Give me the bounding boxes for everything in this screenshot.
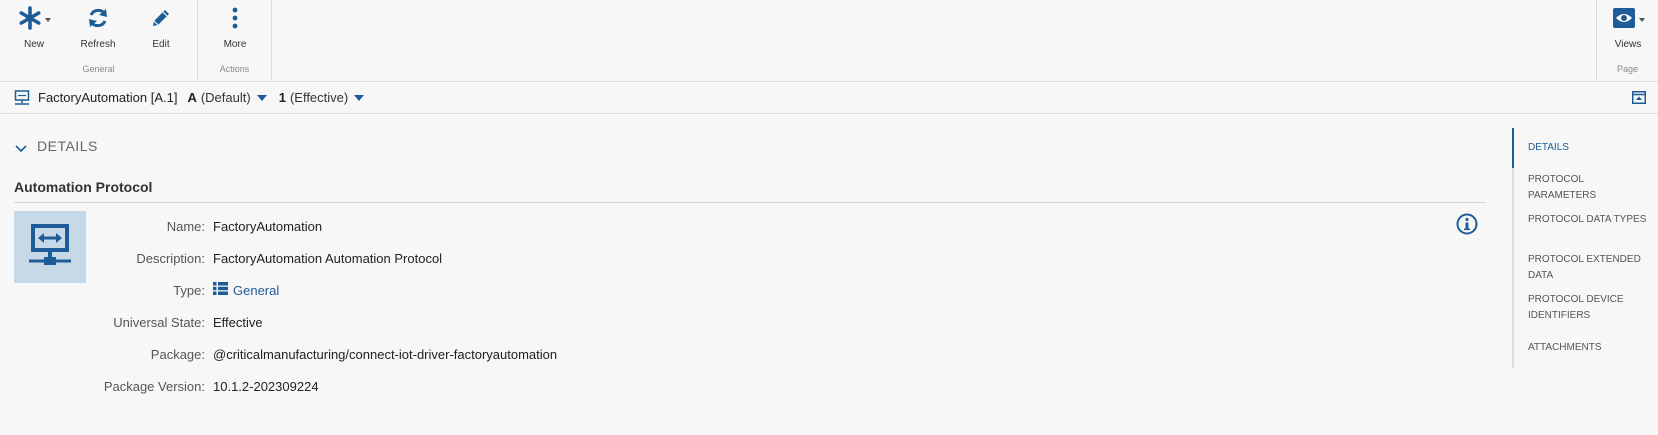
refresh-button[interactable]: Refresh [68,5,128,57]
ribbon-group-general: New Refresh Edit General [0,0,198,80]
ribbon-toolbar: New Refresh Edit General More Actions Vi… [0,0,1658,82]
type-link-text[interactable]: General [233,283,279,298]
details-section-toggle[interactable]: DETAILS [14,138,98,154]
ribbon-group-label-page: Page [1616,64,1639,74]
property-label: Package: [150,346,205,362]
version-label[interactable]: (Default) [201,90,251,105]
revision-label[interactable]: (Effective) [290,90,348,105]
nav-item-protocol-data-types[interactable]: PROTOCOL DATA TYPES [1528,212,1648,228]
property-value: @criticalmanufacturing/connect-iot-drive… [213,346,558,362]
ribbon-group-label-general: General [82,64,115,74]
refresh-icon [87,7,109,34]
property-label: Package Version: [103,378,205,394]
section-navigator: DETAILS PROTOCOL PARAMETERS PROTOCOL DAT… [1512,128,1658,368]
revision-number: 1 [278,90,286,105]
views-button-label: Views [1614,39,1642,50]
type-link[interactable]: General [213,282,279,298]
refresh-button-label: Refresh [80,39,116,50]
entity-name: FactoryAutomation [A.1] [38,90,178,105]
info-icon[interactable] [1456,213,1478,235]
section-title: DETAILS [37,138,98,154]
nav-item-attachments[interactable]: ATTACHMENTS [1528,340,1648,356]
ribbon-group-page: Views Page [1596,0,1658,80]
version-dropdown-icon[interactable] [256,94,267,101]
nav-item-details[interactable]: DETAILS [1528,140,1648,156]
property-label: Type: [173,282,205,298]
views-button[interactable]: Views [1598,5,1658,57]
property-label: Description: [136,250,205,266]
version-letter: A [187,90,197,105]
property-value: Effective [213,314,263,330]
revision-dropdown-icon[interactable] [354,94,365,101]
ribbon-group-actions: More Actions [198,0,272,80]
property-value: FactoryAutomation Automation Protocol [213,250,443,266]
more-button[interactable]: More [205,5,265,57]
property-label: Name: [166,218,205,234]
nav-item-protocol-parameters[interactable]: PROTOCOL PARAMETERS [1528,172,1648,204]
property-value: FactoryAutomation [213,218,323,234]
chevron-down-icon [44,18,51,22]
automation-protocol-icon [14,89,30,106]
nav-item-protocol-device-identifiers[interactable]: PROTOCOL DEVICE IDENTIFIERS [1528,292,1648,324]
property-value: 10.1.2-202309224 [213,378,319,394]
edit-button-label: Edit [152,39,170,50]
expand-panel-icon[interactable] [1632,91,1646,104]
list-icon [213,282,228,298]
ribbon-group-label-actions: Actions [219,64,250,74]
nav-item-protocol-extended-data[interactable]: PROTOCOL EXTENDED DATA [1528,252,1648,284]
asterisk-icon [18,5,42,35]
chevron-down-icon [1638,18,1645,22]
more-button-label: More [223,39,247,50]
property-label: Universal State: [113,314,205,330]
vertical-dots-icon [232,7,238,34]
edit-button[interactable]: Edit [131,5,191,57]
section-subtitle: Automation Protocol [14,179,1486,203]
breadcrumb: FactoryAutomation [A.1] A (Default) 1 (E… [0,82,1658,114]
active-indicator [1512,128,1514,168]
new-button-label: New [23,39,44,50]
pencil-icon [150,7,172,34]
new-button[interactable]: New [4,5,64,57]
chevron-down-icon [14,141,28,153]
eye-icon [1612,7,1636,34]
